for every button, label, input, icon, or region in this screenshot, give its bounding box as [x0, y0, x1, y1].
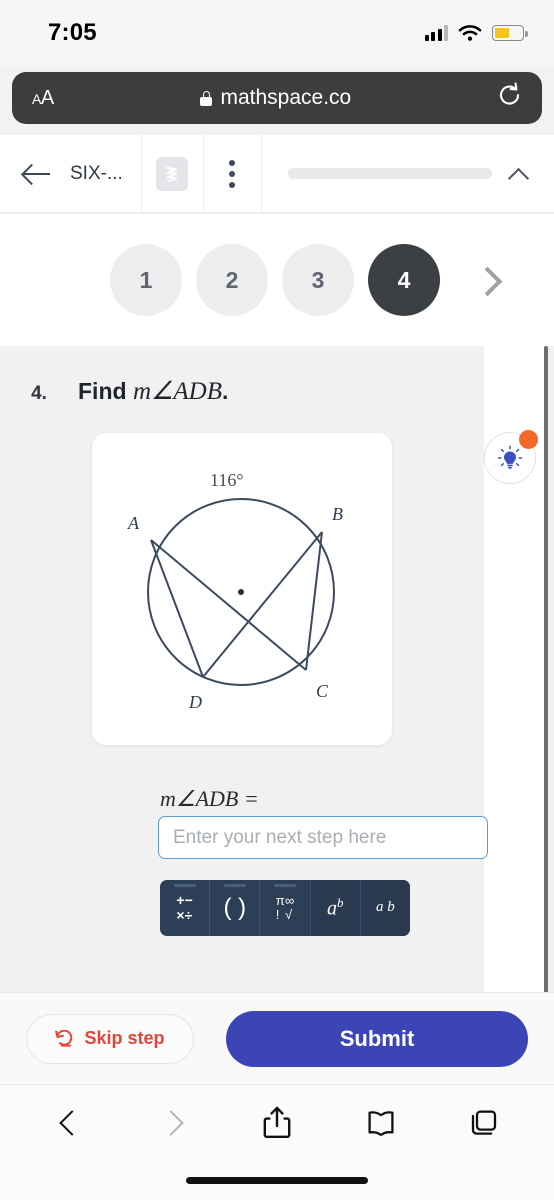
- arc-angle-label: 116°: [210, 470, 244, 490]
- circle-geometry-diagram: A B C D 116°: [127, 470, 343, 712]
- submit-button[interactable]: Submit: [226, 1010, 528, 1067]
- fraction-numerator: a: [376, 899, 384, 916]
- action-footer: Skip step Submit: [0, 992, 554, 1084]
- point-label-D: D: [188, 692, 202, 712]
- ios-status-bar: 7:05: [0, 0, 554, 66]
- question-prompt-math: m∠ADB: [132, 378, 222, 405]
- wifi-icon: [458, 25, 482, 41]
- progress-bar: [287, 168, 492, 179]
- factorial-glyph: !: [275, 907, 280, 922]
- exponent-key[interactable]: ab: [310, 880, 361, 936]
- exponent-power: b: [336, 895, 344, 911]
- page-scrollbar[interactable]: [544, 346, 548, 994]
- lightbulb-icon: [497, 445, 523, 469]
- hint-notification-badge: [519, 430, 538, 449]
- answer-label: m∠ADB =: [160, 786, 259, 811]
- url-display[interactable]: mathspace.co: [54, 86, 498, 110]
- scribble-icon: [156, 156, 189, 191]
- chord-BD: [202, 531, 323, 678]
- book-icon[interactable]: [360, 1102, 402, 1144]
- symbols-key[interactable]: π ∞ ! √: [260, 880, 311, 936]
- step-button-1[interactable]: 1: [110, 244, 182, 316]
- page-title: Find m∠ADB.: [78, 376, 228, 406]
- safari-bottom-toolbar: [0, 1084, 554, 1200]
- text-size-button[interactable]: AA: [32, 87, 54, 110]
- scribble-button[interactable]: [142, 135, 204, 212]
- skip-step-button[interactable]: Skip step: [26, 1013, 194, 1064]
- toolbar-icon-row: [0, 1093, 554, 1153]
- text-size-label-small: A: [32, 90, 41, 107]
- chevron-left-icon[interactable]: [49, 1102, 91, 1144]
- minus-glyph: −: [184, 892, 193, 909]
- plus-glyph: +: [176, 892, 185, 909]
- question-number: 4.: [31, 383, 47, 404]
- question-content: 4. Find m∠ADB. A B C D 116° m∠ADB = Ente…: [0, 346, 554, 992]
- status-time: 7:05: [48, 19, 97, 46]
- signal-bars-icon: [424, 25, 448, 41]
- infinity-glyph: ∞: [285, 892, 295, 908]
- reload-icon[interactable]: [498, 82, 522, 114]
- skip-step-label: Skip step: [84, 1028, 165, 1048]
- step-button-2[interactable]: 2: [196, 244, 268, 316]
- status-indicators: [424, 24, 528, 42]
- question-prompt-suffix: .: [222, 378, 229, 404]
- chord-AC: [150, 539, 307, 671]
- exponent-base: a: [326, 897, 337, 920]
- geometry-diagram-card: A B C D 116°: [92, 433, 392, 745]
- url-text: mathspace.co: [220, 86, 352, 109]
- skip-step-icon: [55, 1029, 73, 1047]
- point-label-A: A: [127, 513, 140, 533]
- tabs-icon[interactable]: [463, 1102, 505, 1144]
- sqrt-glyph: √: [285, 907, 293, 922]
- lock-icon: [200, 90, 213, 106]
- more-vertical-icon[interactable]: [204, 135, 262, 212]
- step-button-3[interactable]: 3: [282, 244, 354, 316]
- math-keyboard: + − × ÷ ( ) π ∞ ! √ ab a b: [160, 880, 410, 936]
- fraction-key[interactable]: a b: [360, 880, 410, 936]
- operators-key[interactable]: + − × ÷: [160, 880, 211, 936]
- hint-button[interactable]: [484, 430, 538, 484]
- safari-address-bar[interactable]: AA mathspace.co: [12, 72, 542, 124]
- step-button-4[interactable]: 4: [368, 244, 440, 316]
- share-icon[interactable]: [256, 1102, 298, 1144]
- question-prompt-prefix: Find: [78, 378, 133, 404]
- arrow-left-icon[interactable]: [22, 162, 52, 186]
- answer-input[interactable]: [158, 816, 488, 859]
- pi-glyph: π: [275, 892, 285, 908]
- chevron-up-icon[interactable]: [508, 167, 530, 181]
- nav-back-group[interactable]: SIX-...: [0, 135, 142, 212]
- point-label-B: B: [332, 504, 343, 524]
- app-nav-bar: SIX-...: [0, 135, 554, 213]
- question-header: 4. Find m∠ADB.: [0, 376, 228, 406]
- text-size-label-large: A: [40, 86, 54, 109]
- parentheses-key[interactable]: ( ): [210, 880, 261, 936]
- nav-title: SIX-...: [70, 162, 123, 184]
- times-glyph: ×: [176, 907, 185, 923]
- point-label-C: C: [316, 681, 329, 701]
- chevron-right-icon[interactable]: [152, 1102, 194, 1144]
- circle-center-dot: [238, 589, 244, 595]
- fraction-denominator: b: [387, 899, 395, 916]
- steps-next-icon[interactable]: [474, 263, 502, 297]
- phone-screen: 7:05 AA mathspace.co SIX-... 1 2 3 4 4. …: [0, 0, 554, 1200]
- step-selector: 1 2 3 4: [0, 214, 554, 346]
- nav-progress-group: [262, 135, 554, 212]
- battery-icon: [492, 25, 528, 41]
- home-indicator: [186, 1177, 368, 1184]
- divide-glyph: ÷: [184, 907, 193, 923]
- parentheses-glyph: ( ): [223, 894, 247, 921]
